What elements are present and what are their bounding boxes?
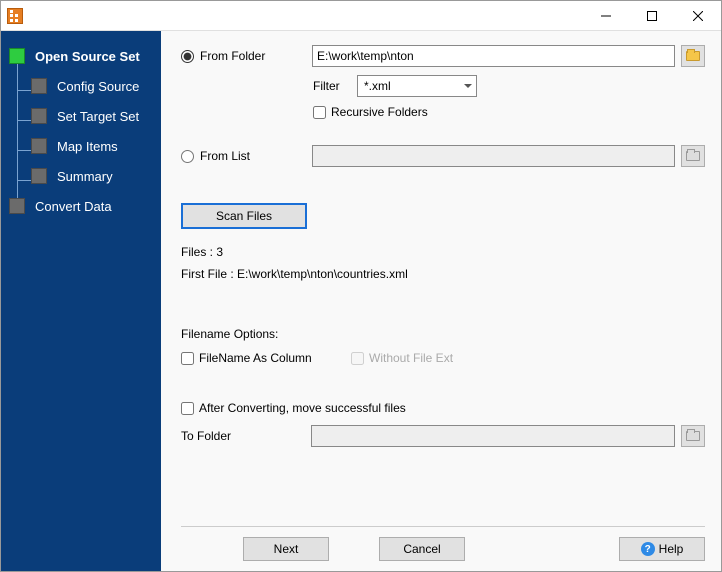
to-folder-input[interactable] (311, 425, 675, 447)
nav-label: Convert Data (35, 199, 112, 214)
step-indicator-icon (31, 78, 47, 94)
nav-set-target-set[interactable]: Set Target Set (9, 101, 161, 131)
nav-label: Summary (57, 169, 113, 184)
wizard-sidebar: Open Source Set Config Source Set Target… (1, 31, 161, 571)
nav-convert-data[interactable]: Convert Data (9, 191, 161, 221)
from-folder-radio[interactable] (181, 50, 194, 63)
folder-icon (686, 51, 700, 61)
nav-label: Config Source (57, 79, 139, 94)
from-list-radio[interactable] (181, 150, 194, 163)
step-indicator-icon (31, 168, 47, 184)
filename-options-heading: Filename Options: (181, 327, 705, 341)
filename-as-column-label: FileName As Column (199, 351, 312, 365)
filter-select[interactable]: *.xml (357, 75, 477, 97)
browse-list-button[interactable] (681, 145, 705, 167)
help-button[interactable]: ? Help (619, 537, 705, 561)
to-folder-label: To Folder (181, 429, 311, 443)
content-panel: From Folder Filter *.xml Recursive Folde… (161, 31, 721, 571)
next-button[interactable]: Next (243, 537, 329, 561)
folder-icon (686, 431, 700, 441)
window-controls (583, 1, 721, 30)
after-move-label: After Converting, move successful files (199, 401, 406, 415)
from-list-label: From List (200, 149, 312, 163)
help-label: Help (659, 542, 684, 556)
close-button[interactable] (675, 1, 721, 30)
first-file-label: First File : E:\work\temp\nton\countries… (181, 267, 705, 281)
step-indicator-icon (31, 108, 47, 124)
files-count-label: Files : 3 (181, 245, 705, 259)
nav-config-source[interactable]: Config Source (9, 71, 161, 101)
help-icon: ? (641, 542, 655, 556)
folder-path-input[interactable] (312, 45, 675, 67)
minimize-button[interactable] (583, 1, 629, 30)
recursive-label: Recursive Folders (331, 105, 428, 119)
filter-label: Filter (313, 79, 357, 93)
nav-open-source-set[interactable]: Open Source Set (9, 41, 161, 71)
nav-label: Map Items (57, 139, 118, 154)
filename-as-column-checkbox[interactable] (181, 352, 194, 365)
from-folder-label: From Folder (200, 49, 312, 63)
filter-value: *.xml (364, 79, 391, 93)
without-ext-label: Without File Ext (369, 351, 453, 365)
step-indicator-icon (31, 138, 47, 154)
titlebar (1, 1, 721, 31)
scan-files-button[interactable]: Scan Files (181, 203, 307, 229)
after-move-checkbox[interactable] (181, 402, 194, 415)
step-indicator-icon (9, 48, 25, 64)
recursive-checkbox[interactable] (313, 106, 326, 119)
list-path-input[interactable] (312, 145, 675, 167)
cancel-button[interactable]: Cancel (379, 537, 465, 561)
nav-label: Set Target Set (57, 109, 139, 124)
step-indicator-icon (9, 198, 25, 214)
document-icon (686, 151, 700, 161)
maximize-button[interactable] (629, 1, 675, 30)
footer: Next Cancel ? Help (181, 526, 705, 561)
without-ext-checkbox (351, 352, 364, 365)
browse-to-folder-button[interactable] (681, 425, 705, 447)
app-icon (7, 8, 23, 24)
browse-folder-button[interactable] (681, 45, 705, 67)
chevron-down-icon (464, 84, 472, 88)
nav-summary[interactable]: Summary (9, 161, 161, 191)
nav-map-items[interactable]: Map Items (9, 131, 161, 161)
nav-label: Open Source Set (35, 49, 140, 64)
